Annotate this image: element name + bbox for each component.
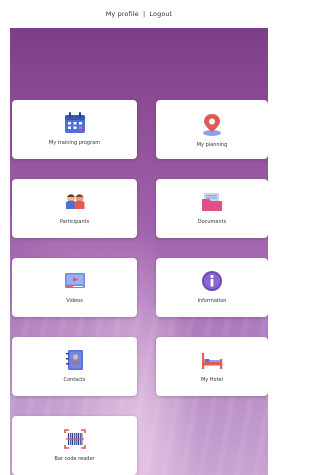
tile-participants[interactable]: Participants xyxy=(12,179,137,238)
folder-icon xyxy=(202,193,222,211)
hero-background: My training program My planning Particip… xyxy=(10,28,268,475)
tile-information[interactable]: Information xyxy=(156,258,268,317)
tile-label: Videos xyxy=(66,298,83,304)
tile-label: Participants xyxy=(59,219,90,225)
tile-contacts[interactable]: Contacts xyxy=(12,337,137,396)
logout-link[interactable]: Logout xyxy=(149,10,172,18)
map-pin-icon xyxy=(203,114,221,136)
bed-icon xyxy=(202,353,223,369)
tile-label: Bar code reader xyxy=(54,456,95,462)
tile-my-hotel[interactable]: My Hotel xyxy=(156,337,268,396)
header-separator: | xyxy=(142,10,146,18)
calendar-icon xyxy=(64,112,85,133)
tile-label: My training program xyxy=(48,140,101,146)
tile-label: Documents xyxy=(197,219,227,225)
tile-label: Information xyxy=(197,298,227,304)
top-bar: My profile | Logout xyxy=(0,0,278,28)
tile-documents[interactable]: Documents xyxy=(156,179,268,238)
tile-videos[interactable]: Videos xyxy=(12,258,137,317)
people-icon xyxy=(65,194,84,209)
header-links: My profile | Logout xyxy=(106,10,173,18)
tile-label: Contacts xyxy=(63,377,86,383)
tile-label: My Hotel xyxy=(200,377,224,383)
tile-label: My planning xyxy=(196,142,228,148)
tile-my-training-program[interactable]: My training program xyxy=(12,100,137,159)
address-book-icon xyxy=(65,350,83,370)
my-profile-link[interactable]: My profile xyxy=(106,10,139,18)
info-icon xyxy=(202,271,222,291)
tile-bar-code-reader[interactable]: Bar code reader xyxy=(12,416,137,475)
video-player-icon xyxy=(64,273,85,288)
tile-my-planning[interactable]: My planning xyxy=(156,100,268,159)
barcode-scanner-icon xyxy=(63,429,86,449)
